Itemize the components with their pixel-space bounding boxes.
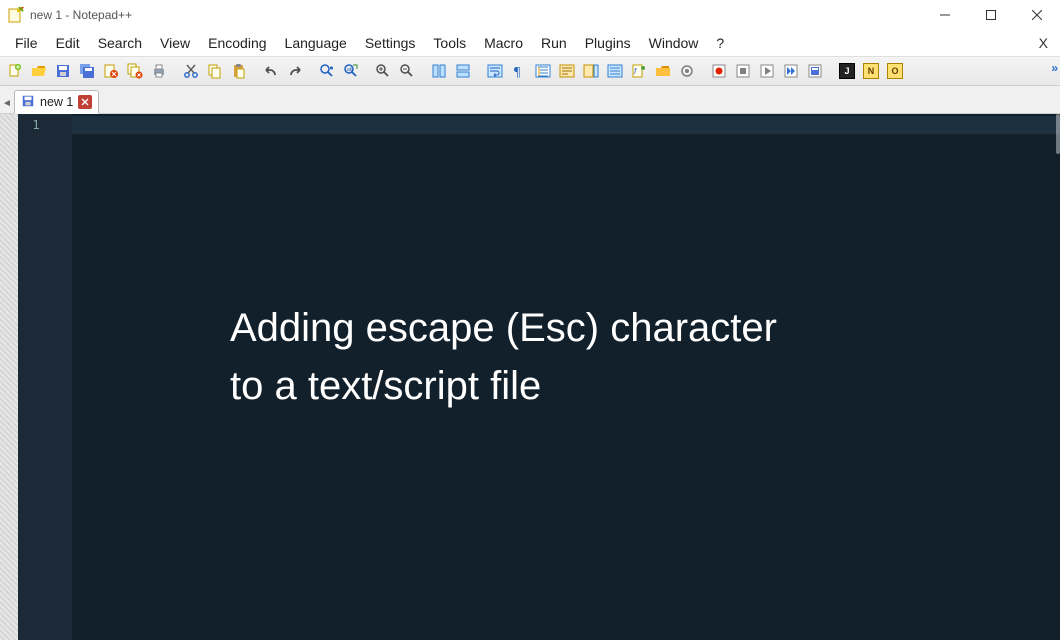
find-icon[interactable]: [316, 60, 338, 82]
maximize-button[interactable]: [968, 0, 1014, 30]
fold-margin[interactable]: [54, 114, 72, 640]
overlay-line-2: to a text/script file: [230, 357, 870, 415]
svg-text:¶: ¶: [514, 65, 521, 79]
folder-workspace-icon[interactable]: [652, 60, 674, 82]
menu-file[interactable]: File: [6, 33, 47, 53]
menu-search[interactable]: Search: [89, 33, 151, 53]
bookmark-margin[interactable]: [0, 114, 18, 640]
window-title: new 1 - Notepad++: [30, 8, 132, 22]
doc-map-icon[interactable]: [580, 60, 602, 82]
redo-icon[interactable]: [284, 60, 306, 82]
close-window-button[interactable]: [1014, 0, 1060, 30]
close-file-icon[interactable]: [100, 60, 122, 82]
app-icon: [8, 7, 24, 23]
close-all-icon[interactable]: [124, 60, 146, 82]
menu-language[interactable]: Language: [276, 33, 356, 53]
menu-run[interactable]: Run: [532, 33, 576, 53]
toolbar-overflow-icon[interactable]: »: [1051, 61, 1056, 75]
zoom-in-icon[interactable]: [372, 60, 394, 82]
tab-close-button[interactable]: [78, 95, 92, 109]
vertical-scrollbar[interactable]: [1056, 114, 1060, 154]
zoom-out-icon[interactable]: [396, 60, 418, 82]
menu-window[interactable]: Window: [640, 33, 708, 53]
undo-icon[interactable]: [260, 60, 282, 82]
menu-macro[interactable]: Macro: [475, 33, 532, 53]
save-icon[interactable]: [52, 60, 74, 82]
overlay-line-1: Adding escape (Esc) character: [230, 299, 870, 357]
tab-label: new 1: [40, 95, 73, 109]
toolbar: ab ¶ f J N O »: [0, 56, 1060, 86]
sync-vertical-icon[interactable]: [428, 60, 450, 82]
line-number-gutter: 1: [18, 114, 54, 640]
udl-dialog-icon[interactable]: [556, 60, 578, 82]
menu-encoding[interactable]: Encoding: [199, 33, 275, 53]
menu-help[interactable]: ?: [707, 33, 733, 53]
current-line-highlight: [72, 116, 1060, 134]
menu-plugins[interactable]: Plugins: [576, 33, 640, 53]
menu-edit[interactable]: Edit: [47, 33, 89, 53]
copy-icon[interactable]: [204, 60, 226, 82]
badge-n-icon[interactable]: N: [860, 60, 882, 82]
macro-play-icon[interactable]: [756, 60, 778, 82]
menu-view[interactable]: View: [151, 33, 199, 53]
save-all-icon[interactable]: [76, 60, 98, 82]
macro-record-icon[interactable]: [708, 60, 730, 82]
minimize-button[interactable]: [922, 0, 968, 30]
cut-icon[interactable]: [180, 60, 202, 82]
indent-guide-icon[interactable]: [532, 60, 554, 82]
monitoring-icon[interactable]: [676, 60, 698, 82]
print-icon[interactable]: [148, 60, 170, 82]
menu-settings[interactable]: Settings: [356, 33, 425, 53]
new-file-icon[interactable]: [4, 60, 26, 82]
menu-bar: File Edit Search View Encoding Language …: [0, 30, 1060, 56]
paste-icon[interactable]: [228, 60, 250, 82]
badge-o-icon[interactable]: O: [884, 60, 906, 82]
tab-new-1[interactable]: new 1: [14, 90, 99, 114]
doc-list-icon[interactable]: [604, 60, 626, 82]
overlay-caption: Adding escape (Esc) character to a text/…: [230, 299, 870, 415]
macro-play-multi-icon[interactable]: [780, 60, 802, 82]
tab-file-icon: [21, 94, 35, 111]
menu-tools[interactable]: Tools: [424, 33, 475, 53]
line-number: 1: [18, 118, 54, 132]
mdi-close-button[interactable]: X: [1034, 35, 1054, 51]
editor-area: 1 Adding escape (Esc) character to a tex…: [0, 114, 1060, 640]
macro-stop-icon[interactable]: [732, 60, 754, 82]
tab-strip: ◄ new 1: [0, 86, 1060, 114]
macro-save-icon[interactable]: [804, 60, 826, 82]
tab-scroll-left-icon[interactable]: ◄: [2, 93, 12, 113]
open-file-icon[interactable]: [28, 60, 50, 82]
replace-icon[interactable]: ab: [340, 60, 362, 82]
title-bar: new 1 - Notepad++: [0, 0, 1060, 30]
show-all-chars-icon[interactable]: ¶: [508, 60, 530, 82]
sync-horizontal-icon[interactable]: [452, 60, 474, 82]
badge-j-icon[interactable]: J: [836, 60, 858, 82]
function-list-icon[interactable]: f: [628, 60, 650, 82]
word-wrap-icon[interactable]: [484, 60, 506, 82]
